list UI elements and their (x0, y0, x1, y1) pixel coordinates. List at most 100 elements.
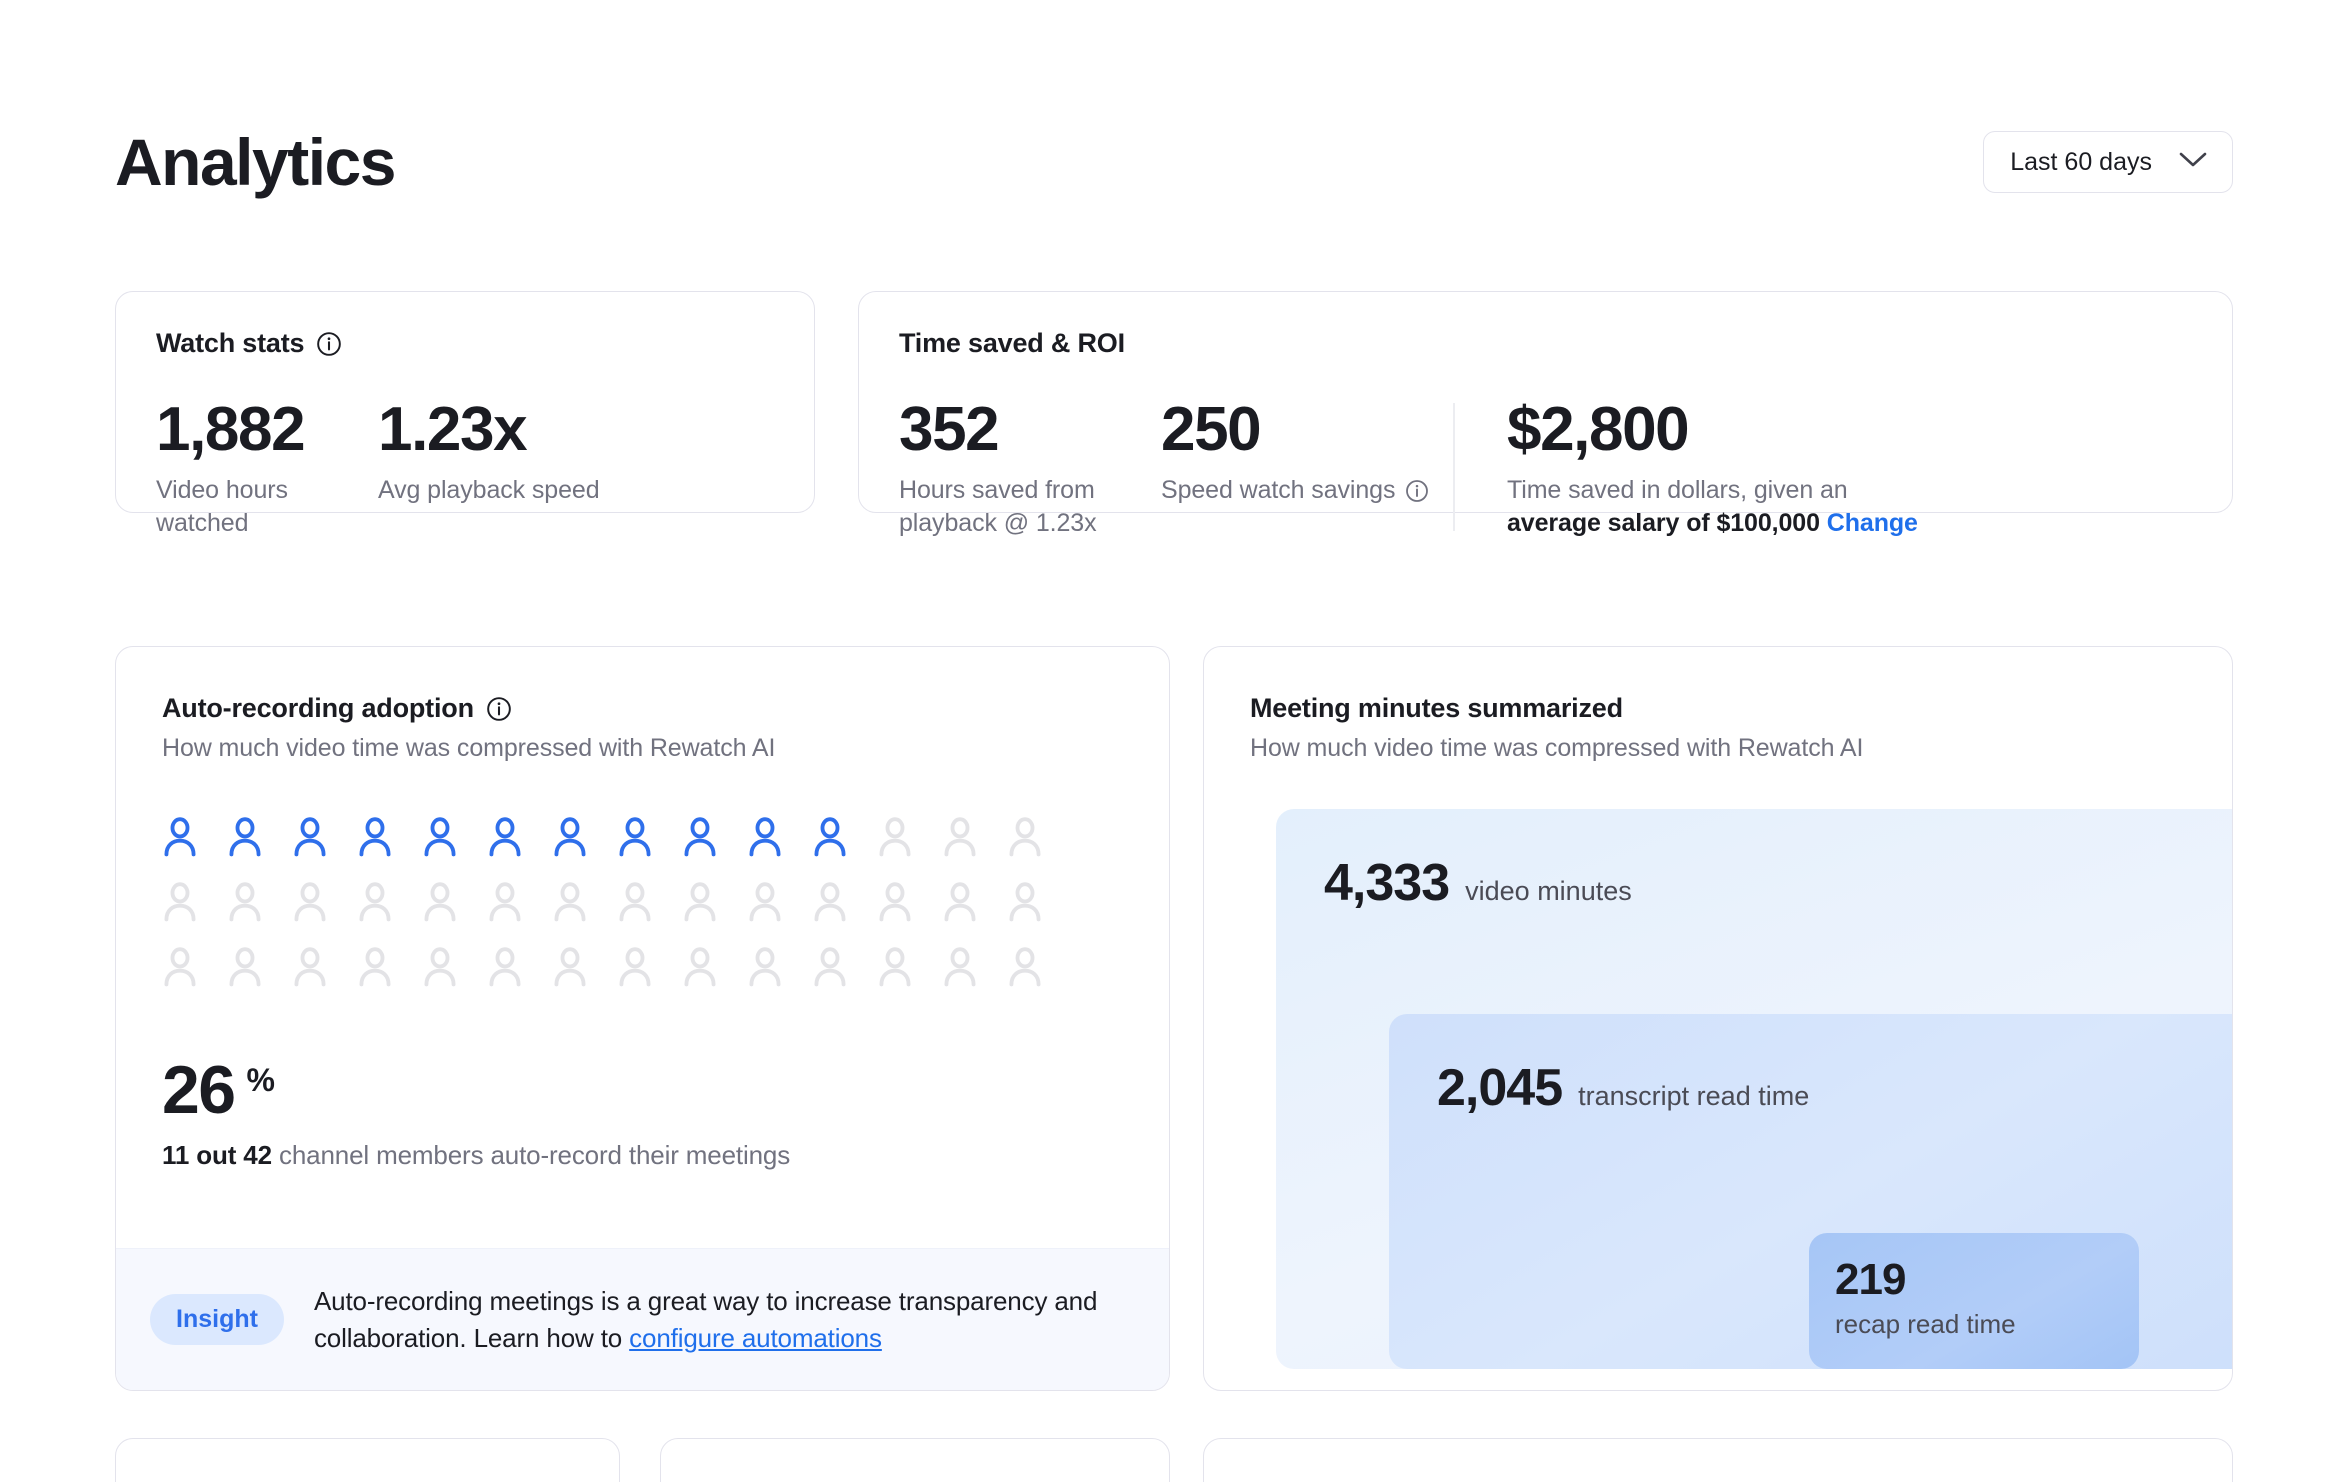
adoption-title: Auto-recording adoption (162, 693, 474, 723)
bar-value: 4,333 (1324, 854, 1450, 912)
person-icon-inactive (1003, 945, 1047, 989)
stub-card-1 (115, 1438, 620, 1482)
person-icon-active (483, 815, 527, 859)
person-icon-inactive (678, 880, 722, 924)
info-icon[interactable] (486, 696, 512, 722)
bar-label: recap read time (1835, 1309, 2016, 1339)
person-icon-inactive (808, 880, 852, 924)
person-icon-inactive (938, 880, 982, 924)
person-icon-inactive (678, 945, 722, 989)
person-icon-inactive (483, 945, 527, 989)
person-icon-active (418, 815, 462, 859)
nested-bars-chart: 4,333 video minutes 2,045 transcript rea… (1204, 809, 2232, 1369)
minutes-title: Meeting minutes summarized (1250, 693, 1623, 723)
insight-banner: Insight Auto-recording meetings is a gre… (116, 1248, 1169, 1390)
watch-stats-values: 1,882 Video hours watched 1.23x Avg play… (156, 397, 774, 540)
stat-value: 1,882 (156, 395, 306, 464)
person-icon-inactive (613, 945, 657, 989)
watch-stats-card: Watch stats 1,882 Video hours watched 1.… (115, 291, 815, 537)
configure-automations-link[interactable]: configure automations (629, 1323, 882, 1353)
person-icon-inactive (873, 880, 917, 924)
salary-amount: average salary of $100,000 (1507, 509, 1820, 538)
insight-badge[interactable]: Insight (150, 1294, 284, 1345)
bar-label: video minutes (1465, 876, 1632, 906)
person-icon-active (288, 815, 332, 859)
adoption-summary-count: 11 out 42 (162, 1140, 272, 1170)
person-icon-inactive (288, 880, 332, 924)
person-icon-inactive (1003, 815, 1047, 859)
person-icon-inactive (938, 815, 982, 859)
person-icon-inactive (873, 945, 917, 989)
stat-label: Time saved in dollars, given an average … (1507, 474, 1925, 540)
salary-caption: Time saved in dollars, given an (1507, 476, 1848, 505)
info-icon[interactable] (316, 331, 342, 357)
auto-recording-adoption-card: Auto-recording adoption How much video t… (115, 646, 1170, 1391)
adoption-summary: 11 out 42 channel members auto-record th… (162, 1140, 1169, 1171)
date-range-select[interactable]: Last 60 days (1983, 131, 2233, 193)
person-icon-active (678, 815, 722, 859)
chevron-down-icon (2178, 151, 2208, 174)
person-icon-inactive (808, 945, 852, 989)
person-icon-inactive (548, 945, 592, 989)
stat-video-hours: 1,882 Video hours watched (156, 397, 378, 540)
stat-value: 352 (899, 395, 1000, 464)
person-icon-inactive (873, 815, 917, 859)
person-icon-inactive (158, 945, 202, 989)
person-icon-active (158, 815, 202, 859)
page-title: Analytics (115, 125, 396, 199)
stub-card-3 (1203, 1438, 2233, 1482)
person-icon-inactive (613, 880, 657, 924)
person-icon-active (548, 815, 592, 859)
stat-value: 1.23x (378, 395, 528, 464)
person-icon-inactive (1003, 880, 1047, 924)
person-icon-inactive (548, 880, 592, 924)
adoption-subtitle: How much video time was compressed with … (162, 734, 776, 762)
info-icon[interactable] (1405, 479, 1429, 503)
change-salary-link[interactable]: Change (1827, 509, 1918, 537)
adoption-percent-symbol: % (246, 1062, 275, 1098)
person-icon-inactive (743, 945, 787, 989)
stat-playback-speed: 1.23x Avg playback speed (378, 397, 600, 540)
person-icon-inactive (743, 880, 787, 924)
stat-label: Hours saved from playback @ 1.23x (899, 476, 1097, 538)
minutes-subtitle: How much video time was compressed with … (1250, 734, 1864, 762)
minutes-title-row: Meeting minutes summarized (1250, 693, 2186, 724)
person-icon-inactive (288, 945, 332, 989)
page-header: Analytics Last 60 days (115, 118, 2233, 206)
person-icon-active (353, 815, 397, 859)
date-range-value: Last 60 days (2010, 147, 2152, 176)
person-icon-inactive (158, 880, 202, 924)
stat-hours-saved: 352 Hours saved from playback @ 1.23x (899, 397, 1161, 540)
stat-label: Speed watch savings (1161, 474, 1453, 507)
stat-label: Video hours watched (156, 476, 288, 538)
adoption-percent-value: 26 (162, 1052, 236, 1128)
person-icon-inactive (418, 945, 462, 989)
adoption-title-row: Auto-recording adoption (162, 693, 1123, 724)
adoption-summary-rest: channel members auto-record their meetin… (271, 1140, 791, 1170)
stub-card-2 (660, 1438, 1170, 1482)
person-icon-active (223, 815, 267, 859)
stat-value: $2,800 (1507, 395, 1690, 464)
adoption-people-grid (158, 815, 1068, 1010)
meeting-minutes-card: Meeting minutes summarized How much vide… (1203, 646, 2233, 1391)
stat-speed-watch-savings: 250 Speed watch savings (1161, 397, 1453, 540)
bar-recap-read-time: 219 recap read time (1809, 1233, 2139, 1369)
person-icon-inactive (223, 945, 267, 989)
person-icon-inactive (223, 880, 267, 924)
adoption-percent: 26 % (162, 1056, 1169, 1124)
adoption-header: Auto-recording adoption How much video t… (116, 693, 1169, 763)
stat-value: 250 (1161, 395, 1262, 464)
person-icon-inactive (353, 945, 397, 989)
roi-title: Time saved & ROI (899, 328, 1125, 358)
watch-stats-header: Watch stats (156, 328, 774, 359)
roi-header: Time saved & ROI (899, 328, 2192, 359)
roi-values: 352 Hours saved from playback @ 1.23x 25… (899, 397, 2192, 540)
person-icon-active (743, 815, 787, 859)
bar-value: 2,045 (1437, 1059, 1563, 1117)
stat-label: Avg playback speed (378, 476, 600, 505)
time-saved-roi-card: Time saved & ROI 352 Hours saved from pl… (858, 291, 2233, 537)
stat-dollars-saved: $2,800 Time saved in dollars, given an a… (1455, 397, 1925, 540)
minutes-header: Meeting minutes summarized How much vide… (1204, 693, 2232, 763)
insight-text: Auto-recording meetings is a great way t… (314, 1283, 1129, 1357)
stat-label-text: Speed watch savings (1161, 476, 1396, 505)
